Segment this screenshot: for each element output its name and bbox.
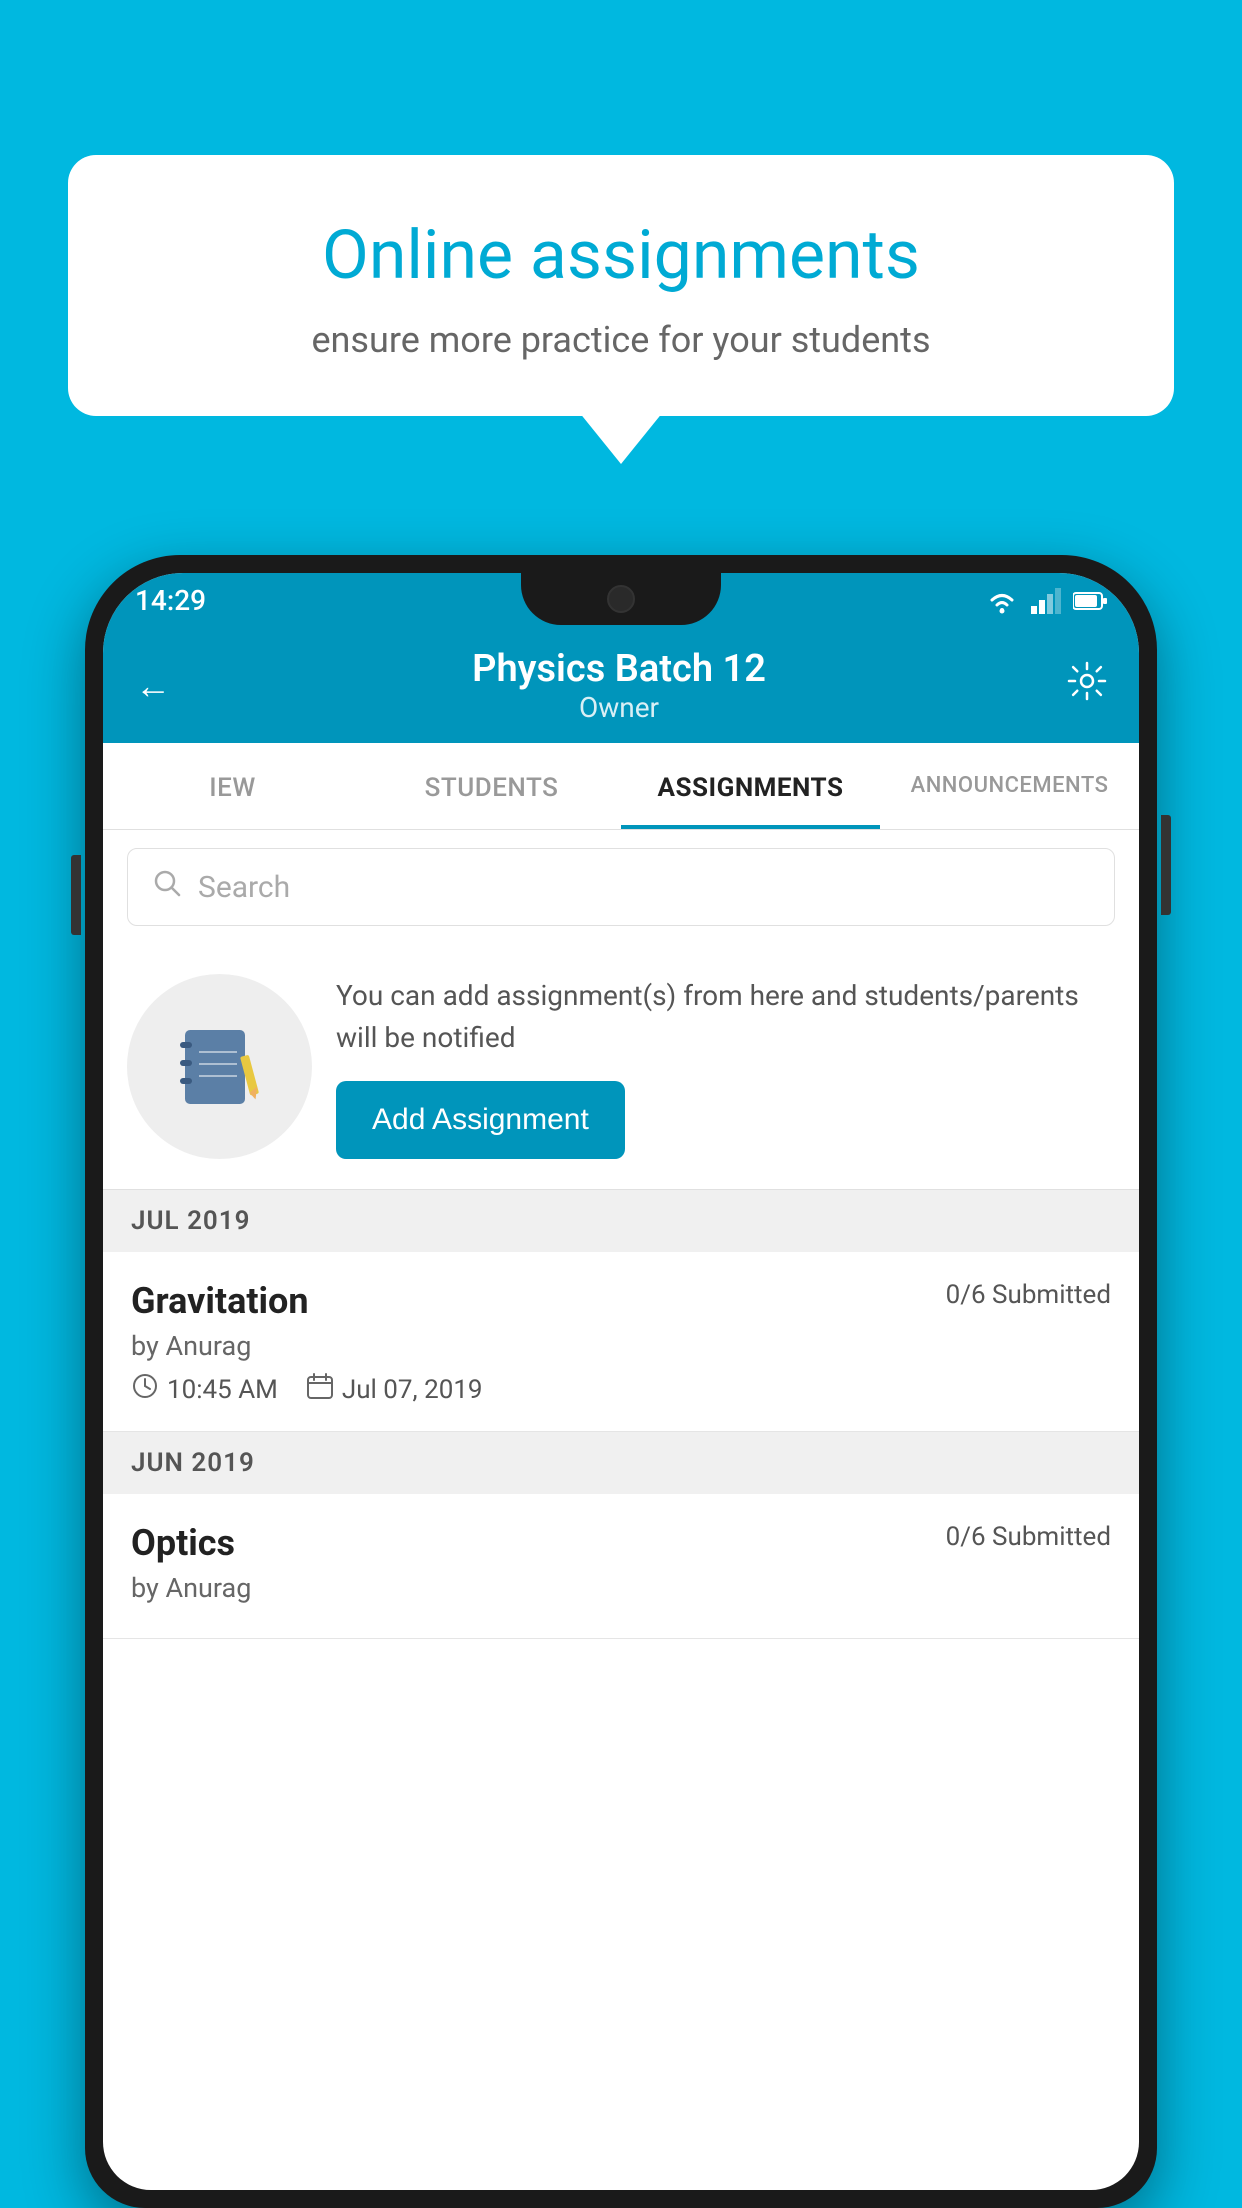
notebook-icon bbox=[175, 1022, 265, 1112]
clock-icon bbox=[131, 1372, 159, 1407]
speech-bubble-title: Online assignments bbox=[128, 215, 1114, 297]
assignment-name: Gravitation bbox=[131, 1280, 309, 1322]
tab-iew[interactable]: IEW bbox=[103, 743, 362, 829]
assignment-optics-by: by Anurag bbox=[131, 1572, 1111, 1604]
battery-icon bbox=[1073, 591, 1107, 611]
search-placeholder: Search bbox=[198, 870, 290, 905]
assignment-meta: 10:45 AM Jul 07, 2019 bbox=[131, 1372, 1111, 1407]
phone-notch bbox=[521, 573, 721, 625]
search-bar-container: Search bbox=[103, 830, 1139, 944]
promo-text: You can add assignment(s) from here and … bbox=[336, 975, 1115, 1059]
promo-icon-circle bbox=[127, 974, 312, 1159]
header-subtitle: Owner bbox=[472, 691, 766, 724]
tabs-bar: IEW STUDENTS ASSIGNMENTS ANNOUNCEMENTS bbox=[103, 743, 1139, 830]
status-icons bbox=[985, 588, 1107, 614]
date-value: Jul 07, 2019 bbox=[342, 1375, 483, 1405]
add-assignment-button[interactable]: Add Assignment bbox=[336, 1081, 625, 1159]
header-title-section: Physics Batch 12 Owner bbox=[472, 647, 766, 724]
header-title: Physics Batch 12 bbox=[472, 647, 766, 691]
assignment-promo: You can add assignment(s) from here and … bbox=[103, 944, 1139, 1190]
assignment-item-optics[interactable]: Optics 0/6 Submitted by Anurag bbox=[103, 1494, 1139, 1639]
calendar-icon bbox=[306, 1372, 334, 1407]
promo-content: You can add assignment(s) from here and … bbox=[336, 975, 1115, 1159]
search-bar[interactable]: Search bbox=[127, 848, 1115, 926]
side-button-right bbox=[1161, 815, 1171, 915]
phone-device: 14:29 bbox=[85, 555, 1157, 2208]
assignment-time: 10:45 AM bbox=[131, 1372, 278, 1407]
assignment-submitted: 0/6 Submitted bbox=[946, 1280, 1111, 1310]
search-icon bbox=[152, 867, 182, 907]
time-value: 10:45 AM bbox=[167, 1375, 278, 1405]
phone-screen: 14:29 bbox=[103, 573, 1139, 2190]
assignment-item-gravitation[interactable]: Gravitation 0/6 Submitted by Anurag bbox=[103, 1252, 1139, 1432]
speech-bubble-subtitle: ensure more practice for your students bbox=[128, 319, 1114, 361]
section-jul-2019: JUL 2019 bbox=[103, 1190, 1139, 1252]
wifi-icon bbox=[985, 588, 1019, 614]
back-button[interactable]: ← bbox=[135, 665, 171, 707]
speech-bubble-container: Online assignments ensure more practice … bbox=[68, 155, 1174, 416]
phone-inner: 14:29 bbox=[103, 573, 1139, 2190]
settings-icon[interactable] bbox=[1067, 661, 1107, 711]
signal-icon bbox=[1031, 588, 1061, 614]
assignment-item-optics-header: Optics 0/6 Submitted bbox=[131, 1522, 1111, 1564]
tab-announcements[interactable]: ANNOUNCEMENTS bbox=[880, 743, 1139, 829]
assignment-item-header: Gravitation 0/6 Submitted bbox=[131, 1280, 1111, 1322]
side-button-left bbox=[71, 855, 81, 935]
app-header: ← Physics Batch 12 Owner bbox=[103, 628, 1139, 743]
assignment-optics-submitted: 0/6 Submitted bbox=[946, 1522, 1111, 1552]
status-time: 14:29 bbox=[135, 584, 206, 617]
tab-assignments[interactable]: ASSIGNMENTS bbox=[621, 743, 880, 829]
assignment-by: by Anurag bbox=[131, 1330, 1111, 1362]
camera-icon bbox=[607, 585, 635, 613]
assignment-optics-name: Optics bbox=[131, 1522, 235, 1564]
section-jun-2019: JUN 2019 bbox=[103, 1432, 1139, 1494]
speech-bubble: Online assignments ensure more practice … bbox=[68, 155, 1174, 416]
assignment-date: Jul 07, 2019 bbox=[306, 1372, 483, 1407]
tab-students[interactable]: STUDENTS bbox=[362, 743, 621, 829]
